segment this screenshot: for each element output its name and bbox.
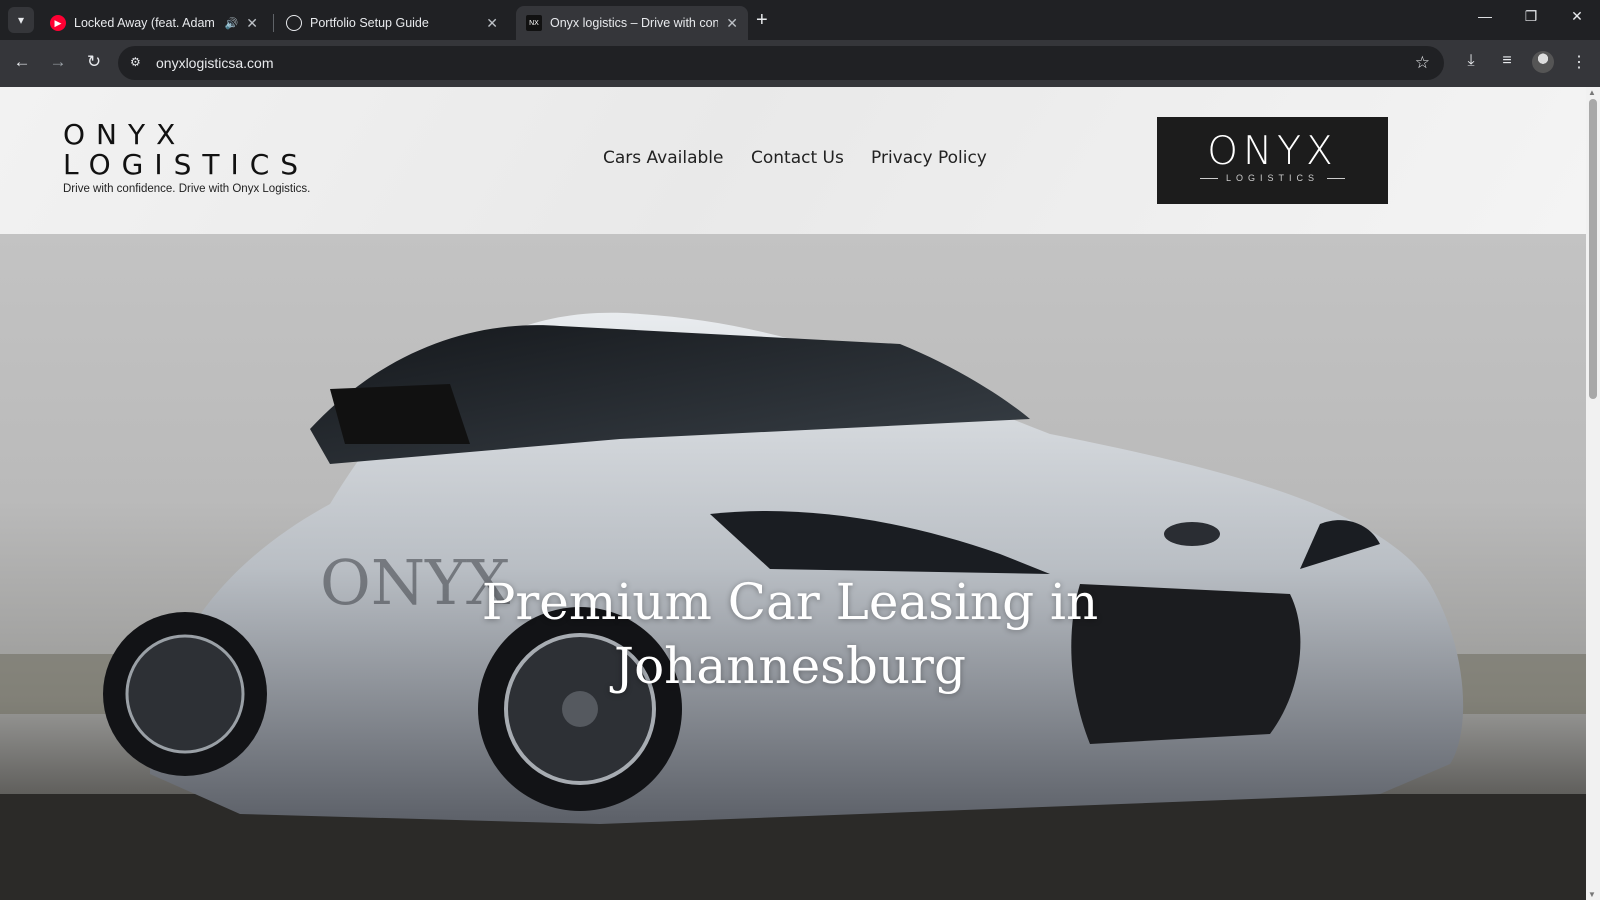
browser-toolbar: ← → ↻ ⚙ onyxlogisticsa.com ☆ ⤓ ≡ ⋮	[0, 40, 1600, 87]
tab-title: Onyx logistics – Drive with conf	[550, 16, 719, 30]
onyx-logo[interactable]: ONYX LOGISTICS	[1157, 117, 1388, 204]
hero-title-line-2: Johannesburg	[614, 637, 966, 695]
bookmark-star-icon[interactable]: ☆	[1415, 53, 1430, 73]
forward-arrow-icon[interactable]: →	[46, 52, 70, 72]
brand-tagline: Drive with confidence. Drive with Onyx L…	[63, 183, 311, 195]
close-window-icon[interactable]: ✕	[1562, 8, 1592, 25]
url-text[interactable]: onyxlogisticsa.com	[156, 55, 274, 71]
site-header: ONYX LOGISTICS Drive with confidence. Dr…	[0, 87, 1586, 234]
page-viewport: ONYX LOGISTICS Drive with confidence. Dr…	[0, 87, 1586, 900]
brand-line-1: ONYX	[63, 118, 187, 151]
brand-line-2: LOGISTICS	[63, 148, 310, 181]
onyx-favicon-icon: NX	[526, 15, 542, 31]
nav-privacy-policy[interactable]: Privacy Policy	[871, 148, 987, 168]
scroll-thumb[interactable]	[1589, 99, 1597, 399]
chatgpt-icon	[286, 15, 302, 31]
hero-title-line-1: Premium Car Leasing in	[481, 573, 1099, 631]
youtube-music-icon: ▶	[50, 15, 66, 31]
browser-chrome: ▾ ▶ Locked Away (feat. Adam Le 🔊 ✕ Portf…	[0, 0, 1600, 87]
site-info-icon[interactable]: ⚙	[130, 55, 141, 69]
hero-title: Premium Car Leasing in Johannesburg	[440, 570, 1140, 698]
hero-section: ONYX Premium Car Leasing in Johannesburg	[0, 234, 1586, 900]
nav-contact-us[interactable]: Contact Us	[751, 148, 844, 168]
logo-subtitle: LOGISTICS	[1225, 173, 1319, 183]
restore-icon[interactable]: ❐	[1516, 8, 1546, 25]
tab-title: Portfolio Setup Guide	[310, 16, 429, 30]
tab-search-chevron-icon[interactable]: ▾	[8, 7, 34, 33]
brand-title[interactable]: ONYX LOGISTICS	[63, 120, 343, 180]
tab-separator	[273, 14, 274, 32]
logo-divider-right	[1327, 178, 1345, 179]
tab-strip: ▾ ▶ Locked Away (feat. Adam Le 🔊 ✕ Portf…	[0, 0, 1600, 40]
hero-car-image: ONYX	[0, 312, 1586, 900]
close-tab-icon[interactable]: ✕	[246, 15, 258, 32]
download-icon[interactable]: ⤓	[1458, 52, 1484, 70]
menu-kebab-icon[interactable]: ⋮	[1566, 52, 1592, 72]
speaker-icon[interactable]: 🔊	[225, 17, 239, 30]
reload-icon[interactable]: ↻	[82, 52, 106, 72]
profile-avatar[interactable]	[1532, 51, 1554, 73]
page-scrollbar[interactable]: ▲ ▼	[1586, 87, 1600, 900]
media-queue-icon[interactable]: ≡	[1494, 52, 1520, 70]
nav-cars-available[interactable]: Cars Available	[603, 148, 724, 168]
logo-wordmark: ONYX	[1207, 129, 1338, 174]
new-tab-plus-icon[interactable]: +	[756, 10, 768, 30]
car-emblem	[1164, 522, 1220, 546]
tab-locked-away[interactable]: ▶ Locked Away (feat. Adam Le 🔊 ✕	[40, 6, 268, 40]
scroll-up-arrow-icon[interactable]: ▲	[1588, 88, 1596, 97]
scroll-down-arrow-icon[interactable]: ▼	[1588, 890, 1596, 899]
close-tab-icon[interactable]: ✕	[726, 15, 738, 32]
side-mirror	[330, 384, 470, 444]
close-tab-icon[interactable]: ✕	[486, 15, 498, 32]
back-arrow-icon[interactable]: ←	[10, 52, 34, 72]
minimize-icon[interactable]: —	[1470, 8, 1500, 24]
tab-portfolio-setup[interactable]: Portfolio Setup Guide ✕	[276, 6, 508, 40]
tab-onyx-logistics[interactable]: NX Onyx logistics – Drive with conf ✕	[516, 6, 748, 40]
tab-title: Locked Away (feat. Adam Le	[74, 16, 219, 30]
address-bar[interactable]: ⚙ onyxlogisticsa.com ☆	[118, 46, 1444, 80]
